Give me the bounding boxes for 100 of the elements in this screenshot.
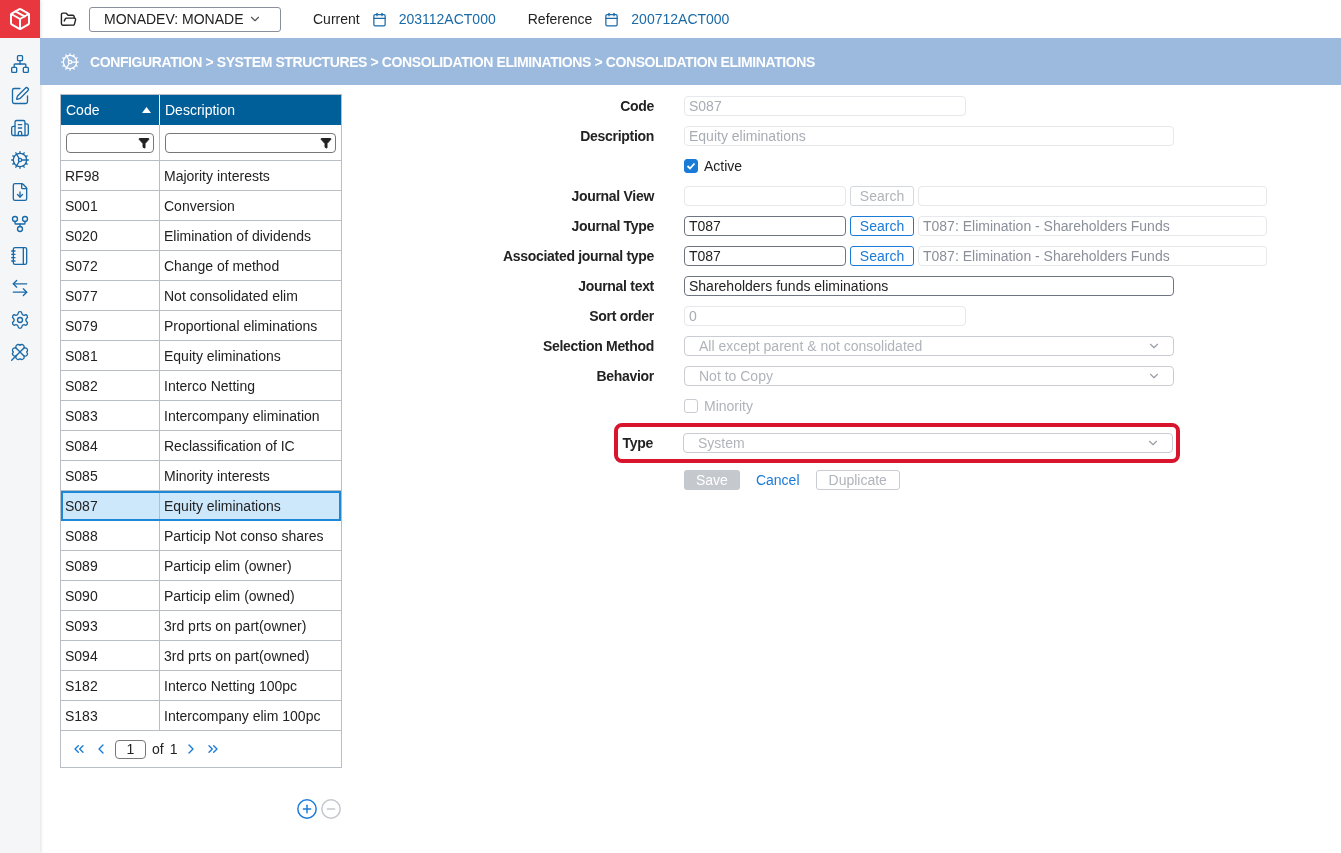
page-total: 1 bbox=[169, 741, 178, 757]
table-cell: S087 bbox=[61, 491, 160, 520]
table-cell: S020 bbox=[61, 221, 160, 250]
filter-field[interactable] bbox=[66, 132, 154, 153]
table-cell-text: Proportional eliminations bbox=[163, 316, 319, 336]
table-cell: S072 bbox=[61, 251, 160, 280]
table-cell-text: Particip elim (owner) bbox=[163, 556, 293, 576]
table-row[interactable]: S020 Elimination of dividends bbox=[61, 221, 341, 251]
table-row[interactable]: S077 Not consolidated elim bbox=[61, 281, 341, 311]
gear-icon[interactable] bbox=[8, 148, 32, 172]
table-row[interactable]: S088 Particip Not conso shares bbox=[61, 521, 341, 551]
table-cell-text: Conversion bbox=[163, 196, 236, 216]
table-row[interactable]: RF98 Majority interests bbox=[61, 161, 341, 191]
gear-icon bbox=[60, 51, 80, 72]
table-row[interactable]: S087 Equity eliminations bbox=[61, 491, 341, 521]
page-field[interactable]: 1 bbox=[115, 739, 146, 759]
table-row[interactable]: S072 Change of method bbox=[61, 251, 341, 281]
table-cell: S085 bbox=[61, 461, 160, 490]
table-cell-text: Minority interests bbox=[163, 466, 271, 486]
table-row[interactable]: S182 Interco Netting 100pc bbox=[61, 671, 341, 701]
table-cell-text: Majority interests bbox=[163, 166, 271, 186]
table-cell: RF98 bbox=[61, 161, 160, 190]
table-cell: S082 bbox=[61, 371, 160, 400]
field-label: Journal View bbox=[570, 187, 654, 206]
calendar-icon bbox=[371, 11, 387, 27]
input-field[interactable]: Shareholders funds eliminations bbox=[684, 276, 1174, 296]
column-header[interactable]: Code bbox=[61, 95, 160, 125]
current-period-link[interactable]: 203112ACT000 bbox=[398, 11, 496, 27]
table-cell: S083 bbox=[61, 401, 160, 430]
table-cell-text: Intercompany elimination bbox=[163, 406, 321, 426]
table-row[interactable]: S082 Interco Netting bbox=[61, 371, 341, 401]
reference-label: Reference bbox=[527, 11, 593, 27]
table-row[interactable]: S183 Intercompany elim 100pc bbox=[61, 701, 341, 731]
table-cell-text: Change of method bbox=[163, 256, 281, 276]
table-row[interactable]: S090 Particip elim (owned) bbox=[61, 581, 341, 611]
table-row[interactable]: S094 3rd prts on part(owned) bbox=[61, 641, 341, 671]
breadcrumb: CONFIGURATION > SYSTEM STRUCTURES > CONSOLIDATION ELIMINATIONS > CONSOLIDATION ELIMINATIONS bbox=[90, 53, 815, 70]
table-cell-text: Equity eliminations bbox=[163, 346, 282, 366]
table-cell: S001 bbox=[61, 191, 160, 220]
cancel-link[interactable]: Cancel bbox=[755, 470, 800, 490]
calendar-icon bbox=[604, 11, 620, 27]
table-cell-text: Elimination of dividends bbox=[163, 226, 313, 246]
field-label: Behavior bbox=[595, 367, 654, 386]
table-cell-text: Particip elim (owned) bbox=[163, 586, 296, 606]
field-label: Associated journal type bbox=[501, 247, 654, 266]
table-cell-text: Reclassification of IC bbox=[163, 436, 296, 456]
table-row[interactable]: S083 Intercompany elimination bbox=[61, 401, 341, 431]
table-row[interactable]: S093 3rd prts on part(owner) bbox=[61, 611, 341, 641]
page-of-label: of bbox=[152, 741, 164, 757]
table-cell-text: Not consolidated elim bbox=[163, 286, 299, 306]
hierarchy-icon[interactable] bbox=[8, 52, 32, 76]
field-label: Journal Type bbox=[570, 217, 654, 236]
table-cell-text: 3rd prts on part(owned) bbox=[163, 646, 311, 666]
field-label: Type bbox=[621, 434, 653, 453]
add-icon[interactable] bbox=[296, 798, 318, 820]
field-label: Description bbox=[579, 127, 654, 146]
checkbox[interactable]: Active bbox=[684, 158, 743, 174]
table-cell: S183 bbox=[61, 701, 160, 730]
table-cell: S081 bbox=[61, 341, 160, 370]
input-field[interactable]: T087 bbox=[684, 246, 846, 266]
folder-icon[interactable] bbox=[60, 10, 77, 28]
filter-icon bbox=[138, 136, 150, 149]
search-button[interactable]: Search bbox=[850, 216, 914, 236]
table-row[interactable]: S081 Equity eliminations bbox=[61, 341, 341, 371]
table-cell-text: Interco Netting 100pc bbox=[163, 676, 299, 696]
table-cell-text: Equity eliminations bbox=[163, 496, 282, 516]
logo-icon[interactable] bbox=[0, 0, 40, 38]
description-field: T087: Elimination - Shareholders Funds bbox=[918, 216, 1267, 236]
table-cell-text: Intercompany elim 100pc bbox=[163, 706, 322, 726]
filter-icon bbox=[320, 136, 332, 149]
environment-dropdown[interactable]: MONADEV: MONADE bbox=[89, 6, 281, 32]
table-row[interactable]: S079 Proportional eliminations bbox=[61, 311, 341, 341]
table-row[interactable]: S089 Particip elim (owner) bbox=[61, 551, 341, 581]
field-label: Sort order bbox=[588, 307, 654, 326]
table-cell: S094 bbox=[61, 641, 160, 670]
description-field: T087: Elimination - Shareholders Funds bbox=[918, 246, 1267, 266]
field-label: Code bbox=[619, 97, 654, 116]
table-cell: S182 bbox=[61, 671, 160, 700]
table-cell-text: 3rd prts on part(owner) bbox=[163, 616, 308, 636]
column-header[interactable]: Description bbox=[160, 95, 341, 125]
table-cell-text: Particip Not conso shares bbox=[163, 526, 325, 546]
table-cell: S084 bbox=[61, 431, 160, 460]
checkmark-icon bbox=[686, 161, 696, 171]
table-cell: S093 bbox=[61, 611, 160, 640]
table-cell: S089 bbox=[61, 551, 160, 580]
table-cell: S090 bbox=[61, 581, 160, 610]
field-label: Selection Method bbox=[541, 337, 654, 356]
input-field[interactable]: T087 bbox=[684, 216, 846, 236]
table-row[interactable]: S084 Reclassification of IC bbox=[61, 431, 341, 461]
table-row[interactable]: S001 Conversion bbox=[61, 191, 341, 221]
reference-period-link[interactable]: 200712ACT000 bbox=[631, 11, 730, 27]
table-cell-text: Interco Netting bbox=[163, 376, 257, 396]
filter-field[interactable] bbox=[165, 132, 336, 153]
current-label: Current bbox=[313, 11, 360, 27]
sort-icon bbox=[142, 107, 151, 113]
table-cell: S079 bbox=[61, 311, 160, 340]
table-row[interactable]: S085 Minority interests bbox=[61, 461, 341, 491]
field-label: Journal text bbox=[577, 277, 654, 296]
table-cell: S077 bbox=[61, 281, 160, 310]
search-button[interactable]: Search bbox=[850, 246, 914, 266]
